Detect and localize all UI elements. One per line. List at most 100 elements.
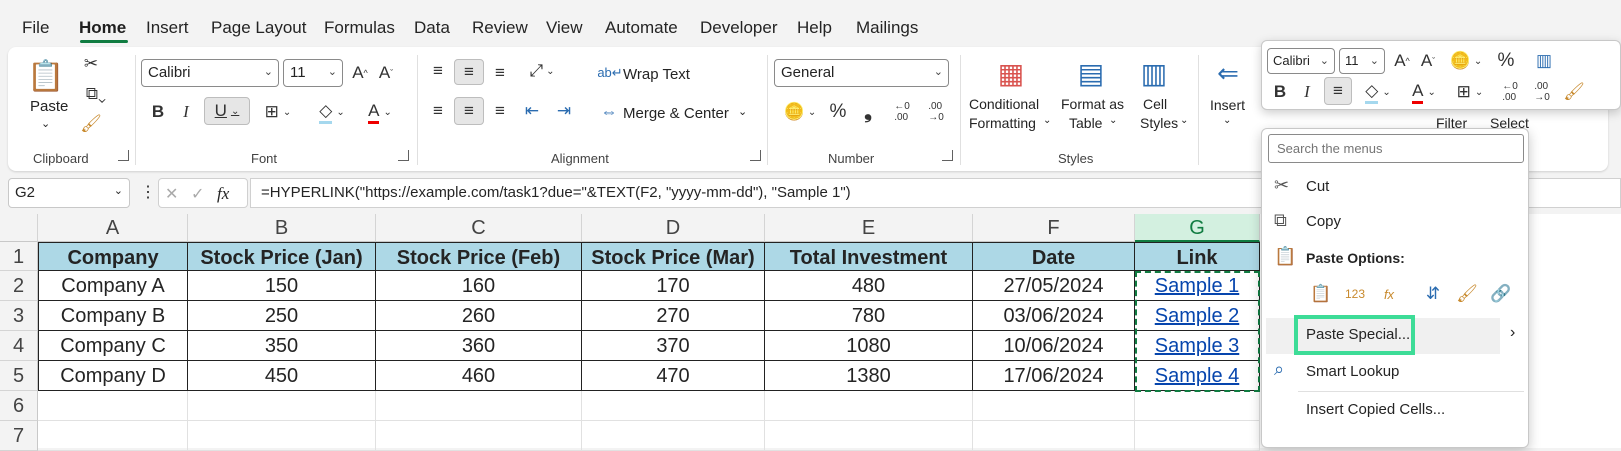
table-cell[interactable]: 27/05/2024: [973, 271, 1135, 301]
empty-cell[interactable]: [973, 391, 1135, 421]
cell-styles-icon[interactable]: ▥: [1136, 55, 1172, 91]
empty-cell[interactable]: [38, 421, 188, 451]
row-header-1[interactable]: 1: [0, 242, 38, 271]
italic-button[interactable]: I: [174, 99, 198, 125]
tab-page-layout[interactable]: Page Layout: [211, 18, 306, 38]
row-header-2[interactable]: 2: [0, 271, 38, 301]
column-header-F[interactable]: F: [973, 214, 1135, 242]
grow-font-icon[interactable]: A ^: [1390, 49, 1414, 73]
font-size-select[interactable]: 11 ⌄: [283, 59, 343, 87]
increase-decimal-button[interactable]: ←0 .00: [888, 97, 916, 127]
alignment-launcher-icon[interactable]: [750, 150, 761, 161]
format-painter-icon[interactable]: 🖌: [1562, 79, 1586, 105]
cut-icon[interactable]: ✂: [80, 53, 102, 75]
center-align-icon[interactable]: ≡: [1324, 77, 1352, 105]
insert-function-button[interactable]: fx: [217, 184, 229, 204]
bold-button[interactable]: B: [1269, 79, 1291, 105]
paste-formulas-icon[interactable]: fx: [1376, 281, 1402, 307]
insert-cells-button[interactable]: Insert: [1210, 97, 1245, 113]
table-cell[interactable]: Company C: [38, 331, 188, 361]
empty-cell[interactable]: [582, 391, 765, 421]
empty-cell[interactable]: [376, 391, 582, 421]
tab-automate[interactable]: Automate: [605, 18, 678, 38]
format-as-table-label-2[interactable]: Table: [1069, 115, 1102, 131]
decrease-decimal-button[interactable]: .00 →0: [922, 97, 950, 127]
orientation-icon[interactable]: ⤢ ⌄: [524, 59, 560, 83]
align-center-icon[interactable]: ≡: [454, 97, 484, 125]
column-header-D[interactable]: D: [582, 214, 765, 242]
tab-formulas[interactable]: Formulas: [324, 18, 395, 38]
tab-mailings[interactable]: Mailings: [856, 18, 918, 38]
insert-cells-icon[interactable]: ⇐: [1210, 55, 1246, 91]
paste-button[interactable]: Paste: [30, 98, 68, 115]
paste-icon[interactable]: 📋: [1308, 281, 1334, 307]
align-right-icon[interactable]: ≡: [488, 99, 512, 123]
copy-icon[interactable]: ⧉⌄: [80, 83, 112, 105]
align-left-icon[interactable]: ≡: [426, 99, 450, 123]
hyperlink[interactable]: Sample 3: [1155, 335, 1240, 357]
borders-icon[interactable]: ⊞ ⌄: [258, 99, 298, 125]
grow-font-icon[interactable]: A ^: [348, 61, 372, 85]
table-header-cell[interactable]: Stock Price (Mar): [582, 242, 765, 271]
table-header-cell[interactable]: Date: [973, 242, 1135, 271]
cell-styles-label-2[interactable]: Styles: [1140, 115, 1178, 131]
table-cell[interactable]: 780: [765, 301, 973, 331]
empty-cell[interactable]: [582, 421, 765, 451]
fill-color-icon[interactable]: ◇ ⌄: [1358, 79, 1398, 105]
table-cell[interactable]: 260: [376, 301, 582, 331]
table-cell[interactable]: 480: [765, 271, 973, 301]
tab-review[interactable]: Review: [472, 18, 528, 38]
empty-cell[interactable]: [765, 391, 973, 421]
chevron-right-icon[interactable]: ›: [1510, 324, 1515, 342]
conditional-formatting-icon[interactable]: ▦: [993, 55, 1029, 91]
tab-file[interactable]: File: [22, 18, 49, 38]
column-header-G[interactable]: G: [1135, 214, 1260, 242]
menu-item-cut[interactable]: Cut: [1306, 178, 1329, 195]
number-format-select[interactable]: General ⌄: [774, 59, 949, 87]
conditional-formatting-label-2[interactable]: Formatting: [969, 115, 1036, 131]
empty-cell[interactable]: [38, 391, 188, 421]
table-header-cell[interactable]: Stock Price (Jan): [188, 242, 376, 271]
menu-item-copy[interactable]: Copy: [1306, 213, 1341, 230]
menu-item-paste-special[interactable]: Paste Special...: [1306, 326, 1410, 343]
table-cell[interactable]: Sample 3: [1135, 331, 1260, 361]
fill-color-icon[interactable]: ◇ ⌄: [312, 99, 352, 125]
column-header-B[interactable]: B: [188, 214, 376, 242]
table-cell[interactable]: 170: [582, 271, 765, 301]
empty-cell[interactable]: [376, 421, 582, 451]
paste-link-icon[interactable]: 🔗: [1488, 281, 1514, 307]
empty-cell[interactable]: [1135, 421, 1260, 451]
table-cell[interactable]: Company A: [38, 271, 188, 301]
enter-icon[interactable]: ✓: [191, 184, 204, 204]
row-header-5[interactable]: 5: [0, 361, 38, 391]
cell-styles-icon[interactable]: ▥: [1524, 49, 1564, 73]
font-name-select[interactable]: Calibri ⌄: [141, 59, 279, 87]
accounting-format-icon[interactable]: 🪙 ⌄: [780, 99, 820, 125]
table-header-cell[interactable]: Total Investment: [765, 242, 973, 271]
mini-font-size-select[interactable]: 11 ⌄: [1339, 48, 1385, 74]
wrap-text-icon[interactable]: ab↵: [597, 61, 622, 85]
percent-style-button[interactable]: %: [1494, 49, 1518, 73]
table-cell[interactable]: 270: [582, 301, 765, 331]
table-cell[interactable]: Sample 4: [1135, 361, 1260, 391]
table-header-cell[interactable]: Link: [1135, 242, 1260, 271]
paste-transpose-icon[interactable]: ⇵: [1420, 281, 1446, 307]
empty-cell[interactable]: [1135, 391, 1260, 421]
percent-style-button[interactable]: %: [826, 99, 850, 125]
column-header-E[interactable]: E: [765, 214, 973, 242]
table-cell[interactable]: 460: [376, 361, 582, 391]
row-header-7[interactable]: 7: [0, 421, 38, 451]
name-box[interactable]: G2 ⌄: [8, 178, 130, 208]
tab-view[interactable]: View: [546, 18, 583, 38]
merge-center-icon[interactable]: ⇔: [598, 101, 620, 123]
table-cell[interactable]: 350: [188, 331, 376, 361]
table-cell[interactable]: 160: [376, 271, 582, 301]
table-cell[interactable]: 360: [376, 331, 582, 361]
empty-cell[interactable]: [188, 391, 376, 421]
table-cell[interactable]: 470: [582, 361, 765, 391]
table-cell[interactable]: Sample 1: [1135, 271, 1260, 301]
paste-formatting-icon[interactable]: 🖌: [1454, 281, 1480, 307]
table-cell[interactable]: 450: [188, 361, 376, 391]
chevron-down-icon[interactable]: ⌄: [1109, 115, 1117, 126]
cell-styles-label[interactable]: Cell: [1143, 96, 1167, 112]
